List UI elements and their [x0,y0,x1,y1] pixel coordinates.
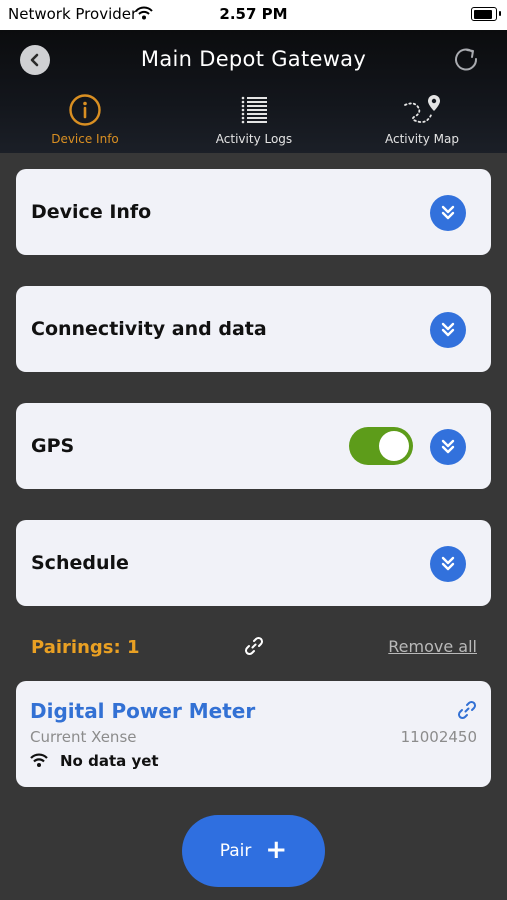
section-device-info[interactable]: Device Info [16,169,491,255]
link-icon[interactable] [457,700,477,724]
pairing-device-type: Current Xense [30,728,137,746]
tab-label: Activity Map [384,132,459,146]
back-button[interactable] [20,45,50,75]
tab-activity-map[interactable]: Activity Map [357,92,487,146]
plus-icon: + [265,835,288,865]
info-icon [69,94,101,126]
pair-button[interactable]: Pair + [182,815,325,887]
section-gps[interactable]: GPS [16,403,491,489]
refresh-button[interactable] [453,46,481,74]
tab-label: Device Info [51,132,119,146]
chevrons-down-icon [441,322,455,337]
section-schedule[interactable]: Schedule [16,520,491,606]
expand-button[interactable] [430,429,466,465]
map-route-icon [404,95,440,123]
section-title: Device Info [31,201,152,223]
tab-device-info[interactable]: Device Info [20,92,150,146]
list-icon [241,96,267,124]
section-title: Connectivity and data [31,318,267,340]
expand-button[interactable] [430,546,466,582]
section-title: Schedule [31,552,129,574]
page-title: Main Depot Gateway [140,47,367,71]
pairing-status: No data yet [60,752,159,770]
wifi-icon [30,752,48,772]
link-icon[interactable] [244,636,264,660]
pairing-device-name[interactable]: Digital Power Meter [30,699,255,723]
chevrons-down-icon [441,439,455,454]
tab-activity-logs[interactable]: Activity Logs [189,92,319,146]
pair-button-label: Pair [219,841,252,861]
app-header: Main Depot Gateway Device Info Activity … [0,30,507,153]
status-time: 2.57 PM [219,5,288,23]
chevrons-down-icon [441,205,455,220]
refresh-icon [455,48,478,71]
tab-label: Activity Logs [215,132,293,146]
expand-button[interactable] [430,195,466,231]
expand-button[interactable] [430,312,466,348]
section-connectivity[interactable]: Connectivity and data [16,286,491,372]
pairing-card[interactable]: Digital Power Meter Current Xense 110024… [16,681,491,787]
pairing-serial: 11002450 [400,728,477,746]
chevron-left-icon [30,53,39,67]
pairings-count: Pairings: 1 [31,637,140,658]
remove-all-link[interactable]: Remove all [388,637,477,656]
battery-icon [471,7,501,21]
toggle-knob [379,431,409,461]
gps-toggle[interactable] [349,427,413,465]
status-bar: Network Provider 2.57 PM [0,0,507,30]
chevrons-down-icon [441,556,455,571]
section-title: GPS [31,435,75,457]
